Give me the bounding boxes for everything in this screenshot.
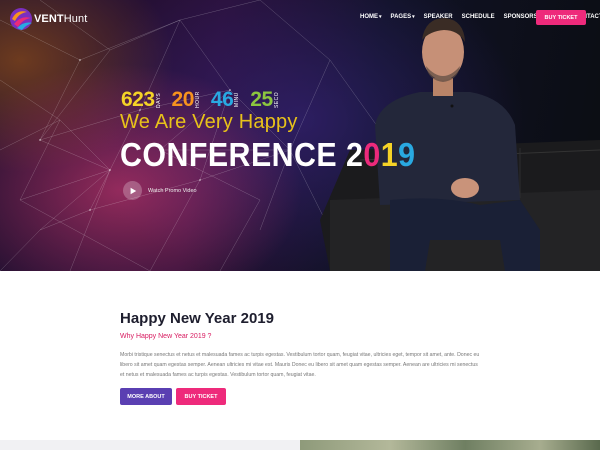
countdown-timer: 623 DAYS 20 HOUR 46 MINU 25 SECO (121, 88, 290, 111)
countdown-value: 623 (121, 88, 155, 111)
countdown-label: DAYS (155, 92, 162, 108)
nav-item-label: HOME (360, 14, 378, 20)
nav-item-schedule[interactable]: SCHEDULE (462, 14, 495, 20)
section-buy-ticket-button[interactable]: BUY TICKET (176, 388, 226, 405)
nav-item-label: SPONSORS (503, 14, 538, 20)
nav-item-speaker[interactable]: SPEAKER (424, 14, 453, 20)
year-digit: 1 (380, 136, 399, 173)
year-digit: 9 (398, 136, 416, 173)
promo-label: Watch Promo Video (148, 187, 197, 194)
section-subtitle: Why Happy New Year 2019 ? (120, 333, 212, 340)
countdown-hour: 20 HOUR (171, 88, 201, 111)
play-icon[interactable] (123, 181, 142, 200)
year-digit: 0 (363, 136, 381, 173)
year-digit: 2 (346, 136, 364, 173)
logo-icon (10, 8, 32, 30)
nav-item-label: SCHEDULE (461, 14, 495, 20)
countdown-label: SECO (273, 91, 280, 109)
nav-item-pages[interactable]: PAGES▾ (391, 14, 415, 20)
hero-subtitle: We Are Very Happy (120, 111, 298, 133)
section-buttons: MORE ABOUT BUY TICKET (120, 388, 490, 405)
countdown-seco: 25 SECO (250, 88, 280, 111)
logo-text: VENTHunt (34, 13, 88, 25)
more-about-button[interactable]: MORE ABOUT (120, 388, 172, 405)
next-section-left (0, 440, 300, 450)
section-body: Morbi tristique senectus et netus et mal… (120, 352, 480, 378)
countdown-days: 623 DAYS (121, 88, 162, 111)
nav-item-label: PAGES (390, 14, 412, 20)
countdown-minu: 46 MINU (210, 88, 241, 111)
hero-title-word: CONFERENCE (120, 136, 338, 173)
chevron-down-icon: ▾ (412, 14, 415, 20)
top-navigation: VENTHunt HOME▾ PAGES▾ SPEAKER SCHEDULE SPONS… (0, 0, 600, 36)
countdown-value: 46 (210, 88, 234, 111)
hero-title: CONFERENCE 2019 (120, 137, 415, 173)
countdown-label: HOUR (194, 91, 201, 109)
chevron-down-icon: ▾ (379, 14, 382, 20)
section-title: Happy New Year 2019 (120, 310, 274, 327)
buy-ticket-button[interactable]: BUY TICKET (536, 10, 586, 25)
nav-item-label: SPEAKER (423, 14, 453, 20)
site-logo[interactable]: VENTHunt (9, 7, 87, 31)
nav-item-home[interactable]: HOME▾ (360, 14, 382, 20)
watch-promo-video[interactable]: Watch Promo Video (123, 181, 197, 200)
countdown-value: 25 (250, 88, 273, 111)
nav-item-sponsors[interactable]: SPONSORS (504, 14, 538, 20)
next-section-image (300, 440, 600, 450)
countdown-label: MINU (234, 92, 241, 108)
about-section: Happy New Year 2019 Why Happy New Year 2… (120, 310, 490, 405)
hero-title-year: 2019 (346, 136, 415, 173)
countdown-value: 20 (171, 88, 195, 111)
